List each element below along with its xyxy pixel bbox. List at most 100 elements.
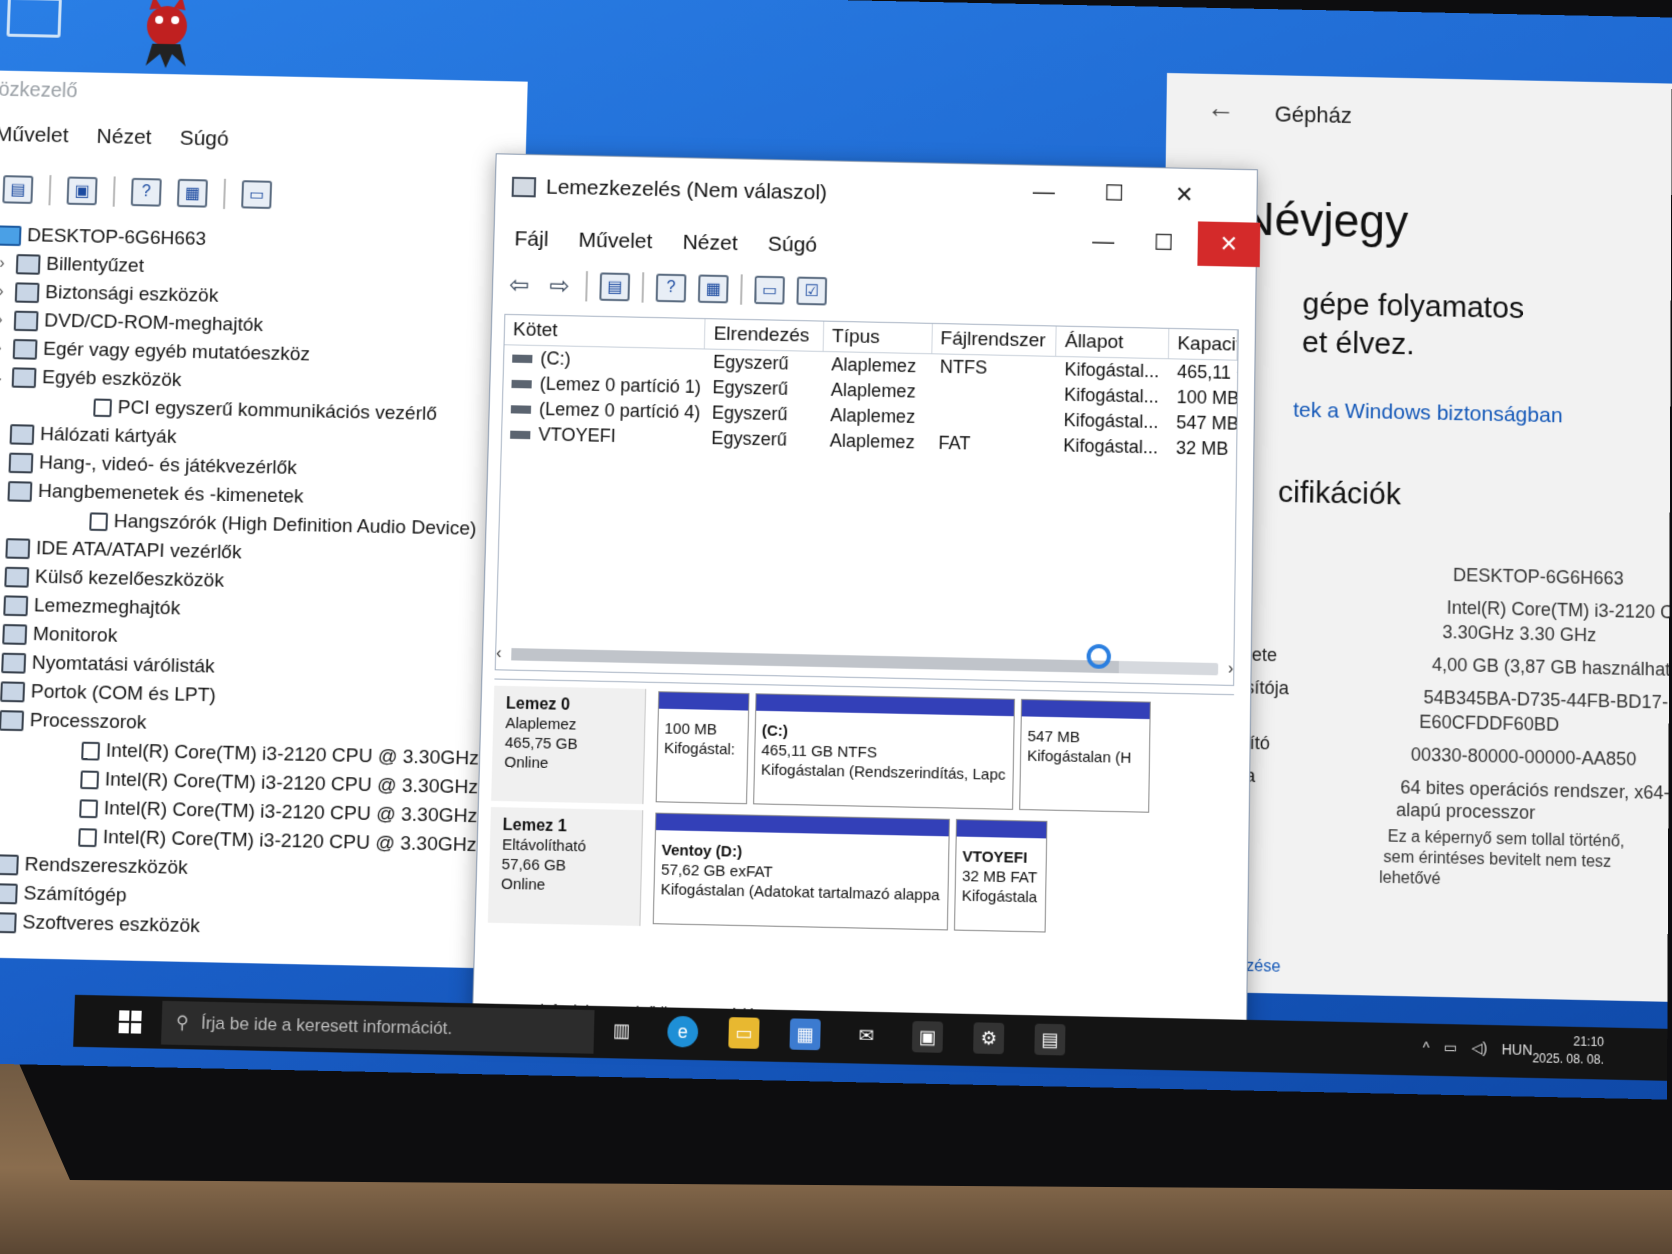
menu-action[interactable]: Művelet: [578, 229, 652, 255]
inner-maximize-icon[interactable]: ☐: [1137, 220, 1190, 265]
tree-item-label: Egyéb eszközök: [41, 366, 182, 392]
properties-icon[interactable]: ▤: [599, 272, 631, 302]
search-icon: ⚲: [175, 1012, 190, 1033]
chevron-right-icon[interactable]: ›: [0, 283, 9, 302]
task-view-icon[interactable]: ▥: [606, 1014, 637, 1046]
chevron-right-icon[interactable]: ›: [0, 340, 7, 359]
forward-arrow-icon[interactable]: ⇨: [545, 272, 574, 300]
tree-item-label: Portok (COM és LPT): [30, 680, 217, 707]
chevron-down-icon[interactable]: ⌄: [0, 367, 6, 388]
mail-icon[interactable]: ✉: [851, 1020, 882, 1052]
device-category-icon: [11, 367, 37, 389]
chevron-right-icon[interactable]: ›: [0, 255, 10, 274]
volume-icon[interactable]: ◁): [1471, 1039, 1487, 1057]
column-layout[interactable]: Elrendezés: [705, 319, 825, 351]
menu-help[interactable]: Súgó: [768, 233, 818, 258]
partition-line2: Kifogástalan (H: [1027, 747, 1132, 768]
menu-view[interactable]: Nézet: [682, 231, 738, 256]
device-category-icon: [89, 512, 109, 532]
inner-minimize-icon[interactable]: —: [1077, 219, 1130, 264]
chevron-up-icon[interactable]: ^: [1423, 1039, 1430, 1056]
disk-icon[interactable]: ▭: [754, 275, 785, 305]
close-icon[interactable]: ✕: [1158, 172, 1211, 217]
cat-desktop-icon[interactable]: [125, 0, 208, 73]
tree-item-label: PCI egyszerű kommunikációs vezérlő: [117, 396, 438, 426]
network-icon[interactable]: ▭: [1444, 1039, 1458, 1057]
help-icon[interactable]: ?: [655, 273, 687, 303]
menu-view[interactable]: Nézet: [96, 125, 152, 150]
toolbar-separator: [223, 178, 227, 210]
device-category-icon: [9, 424, 35, 445]
settings-gear-icon[interactable]: ⚙: [973, 1022, 1005, 1055]
input-language[interactable]: HUN: [1501, 1040, 1532, 1057]
column-type[interactable]: Típus: [823, 321, 933, 354]
menu-help[interactable]: Súgó: [179, 127, 229, 152]
partition-block[interactable]: 100 MB Kifogástal:: [655, 691, 750, 805]
column-volume[interactable]: Kötet: [504, 314, 706, 349]
back-arrow-icon[interactable]: ⇦: [505, 271, 534, 299]
show-hide-icon[interactable]: ▦: [176, 178, 208, 208]
volume-cell-text: Egyszerű: [712, 351, 789, 374]
menu-action[interactable]: Művelet: [0, 123, 69, 149]
device-category-icon: [8, 452, 34, 474]
partition-line1: 547 MB: [1027, 727, 1081, 747]
file-explorer-icon[interactable]: ▭: [728, 1017, 760, 1049]
start-windows-icon[interactable]: [118, 1010, 142, 1034]
device-category-icon: [79, 799, 99, 819]
column-filesystem[interactable]: Fájlrendszer: [932, 323, 1058, 356]
search-placeholder: Írja be ide a keresett információt.: [200, 1013, 453, 1039]
inner-close-icon[interactable]: ✕: [1197, 221, 1261, 268]
chevron-right-icon[interactable]: ›: [0, 311, 8, 330]
disk-state: Online: [504, 753, 549, 773]
device-id-value-1: 54B345BA-D735-44FB-BD17-: [1423, 686, 1669, 713]
horizontal-scrollbar[interactable]: ‹ ›: [496, 645, 1234, 679]
chevron-right-icon[interactable]: ›: [0, 425, 4, 444]
column-status[interactable]: Állapot: [1056, 326, 1170, 359]
checklist-icon[interactable]: ☑: [796, 276, 828, 306]
pen-touch-value-2: sem érintéses bevitelt nem tesz: [1383, 848, 1612, 872]
edge-icon[interactable]: e: [667, 1015, 699, 1048]
device-category-icon: [4, 566, 30, 588]
security-link[interactable]: tek a Windows biztonságban: [1293, 398, 1563, 428]
this-pc-desktop-icon[interactable]: [6, 0, 62, 38]
scroll-right-icon[interactable]: ›: [1228, 660, 1234, 679]
taskbar-search-box[interactable]: ⚲ Írja be ide a keresett információt.: [160, 1000, 595, 1054]
volume-cell-fs: NTFS: [932, 354, 1057, 382]
device-category-icon: [12, 338, 38, 360]
properties-icon[interactable]: ▤: [2, 175, 34, 204]
menu-file[interactable]: Fájl: [514, 227, 549, 252]
volume-cell-fs: FAT: [930, 430, 1055, 458]
chevron-right-icon[interactable]: ›: [0, 453, 3, 472]
drive-icon: [510, 430, 531, 440]
partition-block[interactable]: Ventoy (D:) 57,62 GB exFAT Kifogástalan (A…: [652, 812, 950, 931]
minimize-icon[interactable]: —: [1017, 169, 1070, 214]
disk-management-taskbar-icon[interactable]: ▤: [1034, 1023, 1066, 1056]
back-arrow-icon[interactable]: ←: [1206, 92, 1234, 125]
partition-color-bar: [1021, 699, 1150, 720]
update-driver-icon[interactable]: ▣: [66, 176, 98, 206]
scroll-thumb[interactable]: [511, 648, 1120, 674]
tree-item-label: Hangbemenetek és -kimenetek: [37, 480, 304, 508]
taskbar-clock[interactable]: 21:10 2025. 08. 08.: [1532, 1032, 1604, 1069]
chevron-down-icon[interactable]: ⌄: [0, 481, 2, 502]
store-icon[interactable]: ▦: [789, 1018, 821, 1051]
scan-hardware-icon[interactable]: ▭: [241, 180, 273, 209]
disk-name: Lemez 1: [502, 816, 568, 836]
partition-block[interactable]: VTOYEFI 32 MB FAT Kifogástala: [953, 818, 1048, 933]
help-icon[interactable]: ?: [130, 177, 162, 207]
disk-info[interactable]: Lemez 0 Alaplemez 465,75 GB Online: [491, 685, 647, 805]
partition-block[interactable]: (C:) 465,11 GB NTFS Kifogástalan (Rendszer…: [753, 693, 1015, 810]
device-tree: DESKTOP-6G6H663 › Billentyűzet › Biztonsági…: [0, 221, 524, 948]
toolbar-separator: [641, 272, 645, 303]
show-hide-icon[interactable]: ▦: [697, 274, 729, 304]
disk-name: Lemez 0: [505, 695, 571, 714]
disk-info[interactable]: Lemez 1 Eltávolítható 57,66 GB Online: [487, 807, 644, 926]
scroll-left-icon[interactable]: ‹: [496, 645, 502, 664]
partition-block[interactable]: 547 MB Kifogástalan (H: [1019, 698, 1151, 813]
maximize-icon[interactable]: ☐: [1088, 171, 1141, 216]
column-capacity[interactable]: Kapacitás: [1169, 328, 1238, 360]
disk-state: Online: [500, 875, 546, 894]
scroll-track[interactable]: [511, 648, 1218, 676]
device-id-key: sítója: [1245, 676, 1289, 699]
device-manager-taskbar-icon[interactable]: ▣: [911, 1021, 944, 1053]
